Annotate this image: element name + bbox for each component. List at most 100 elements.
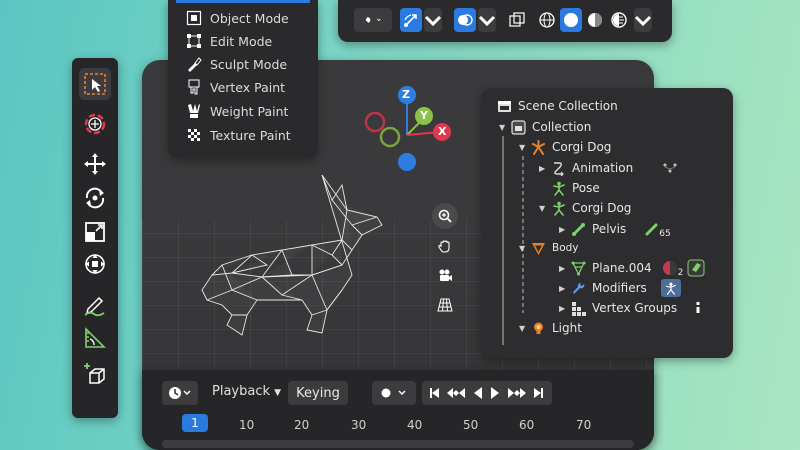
mode-item-vertex-paint[interactable]: Vertex Paint (186, 76, 285, 98)
expand-triangle-icon[interactable]: ▼ (499, 123, 511, 132)
collection-icon (511, 119, 526, 135)
frame-tick: 40 (407, 418, 423, 432)
frame-tick: 50 (463, 418, 479, 432)
playback-menu[interactable]: Playback ▼ (212, 384, 281, 399)
gizmo-toggle-button[interactable] (400, 8, 422, 32)
outliner-row-pose[interactable]: Pose (551, 178, 600, 198)
outliner-label: Animation (572, 161, 634, 175)
outliner-label: Corgi Dog (552, 140, 612, 154)
light-bulb-icon (534, 322, 543, 334)
expand-triangle-icon[interactable]: ▼ (539, 204, 551, 213)
outliner-row-corgi-data[interactable]: ▼ Corgi Dog (539, 198, 631, 218)
shading-rendered-button[interactable] (608, 8, 630, 32)
object-types-icon (365, 17, 381, 23)
mode-label: Texture Paint (210, 127, 291, 143)
outliner-label: Vertex Groups (592, 301, 678, 315)
material-count-badge: 2 (677, 268, 684, 278)
grid-ortho-icon[interactable] (432, 292, 458, 318)
expand-triangle-icon[interactable]: ▶ (559, 225, 571, 234)
outliner-root-row[interactable]: Scene Collection (497, 96, 618, 116)
record-button[interactable] (372, 381, 416, 405)
outliner-row-vertex-groups[interactable]: ▶ Vertex Groups (559, 298, 707, 318)
mesh-data-icon (571, 261, 586, 275)
corgi-wireframe-model[interactable] (192, 165, 392, 340)
frame-tick: 20 (294, 418, 310, 432)
shading-dropdown-button[interactable] (634, 8, 652, 32)
gizmo-y-label: Y (420, 109, 428, 122)
expand-triangle-icon[interactable]: ▶ (559, 284, 571, 293)
transform-icon (85, 254, 105, 274)
bone-children-icon (645, 223, 658, 235)
jump-start-icon (430, 388, 439, 398)
add-cube-tool[interactable] (79, 358, 111, 390)
cursor-tool[interactable] (79, 108, 111, 140)
shading-material-button[interactable] (584, 8, 606, 32)
shading-solid-button[interactable] (560, 8, 582, 32)
outliner-row-pelvis[interactable]: ▶ Pelvis 65 (559, 219, 671, 239)
outliner-panel: Scene Collection ▼ Collection ▼ Corgi Do… (481, 88, 733, 358)
xray-toggle-button[interactable] (506, 8, 528, 32)
outliner-label: Scene Collection (518, 99, 618, 113)
frame-tick: 30 (351, 418, 367, 432)
shading-wireframe-button[interactable] (536, 8, 558, 32)
zoom-icon[interactable] (432, 203, 458, 229)
mode-label: Object Mode (210, 10, 289, 26)
expand-triangle-icon[interactable]: ▶ (559, 264, 571, 273)
chevron-down-icon (478, 15, 496, 27)
outliner-row-animation[interactable]: ▶ Animation (539, 158, 685, 178)
outliner-row-modifiers[interactable]: ▶ Modifiers (559, 278, 681, 298)
mode-item-sculpt[interactable]: Sculpt Mode (186, 53, 287, 75)
outliner-label: Pose (572, 181, 600, 195)
camera-icon[interactable] (432, 262, 458, 288)
outliner-row-corgi-armature[interactable]: ▼ Corgi Dog (519, 137, 611, 157)
view-object-types-button[interactable] (354, 8, 392, 32)
current-frame-indicator[interactable]: 1 (182, 414, 208, 432)
mode-label: Edit Mode (210, 33, 273, 49)
sculpt-mode-icon (188, 57, 202, 72)
mode-item-edit[interactable]: Edit Mode (186, 30, 272, 52)
select-box-icon (84, 73, 106, 95)
playback-controls[interactable] (422, 381, 552, 405)
select-box-tool[interactable] (79, 68, 111, 100)
outliner-label: Modifiers (592, 281, 647, 295)
mode-label: Vertex Paint (210, 79, 286, 95)
expand-triangle-icon[interactable]: ▶ (539, 164, 551, 173)
record-dot-icon (381, 388, 406, 398)
mode-item-object[interactable]: Object Mode (186, 7, 289, 29)
outliner-label: Pelvis (592, 222, 627, 236)
outliner-row-light[interactable]: ▼ Light (519, 318, 582, 338)
gizmo-dropdown-button[interactable] (424, 8, 442, 32)
wrench-icon (573, 282, 585, 294)
outliner-label: Collection (532, 120, 592, 134)
vertex-paint-icon (188, 79, 200, 95)
annotate-tool[interactable] (79, 288, 111, 320)
expand-triangle-icon[interactable]: ▼ (519, 324, 531, 333)
prev-keyframe-icon (447, 388, 465, 398)
outliner-row-collection[interactable]: ▼ Collection (499, 117, 591, 137)
mode-item-texture-paint[interactable]: Texture Paint (186, 124, 291, 146)
clock-icon (169, 387, 191, 399)
keying-menu[interactable]: Keying (288, 381, 348, 405)
scrubber-track[interactable] (162, 440, 634, 448)
expand-triangle-icon[interactable]: ▶ (559, 304, 571, 313)
outliner-label: Body (552, 242, 579, 254)
outliner-row-plane004[interactable]: ▶ Plane.004 2 (559, 258, 711, 278)
move-tool[interactable] (79, 148, 111, 180)
overlays-dropdown-button[interactable] (478, 8, 496, 32)
mode-item-weight-paint[interactable]: Weight Paint (186, 100, 288, 122)
material-icon (662, 261, 677, 275)
hand-pan-icon[interactable] (432, 233, 458, 259)
scale-tool[interactable] (79, 216, 111, 248)
mode-label: Weight Paint (210, 103, 289, 119)
more-options-icon[interactable] (695, 301, 701, 315)
move-arrows-icon (84, 153, 106, 175)
outliner-row-body[interactable]: ▼ Body (519, 238, 579, 258)
armature-modifier-chip[interactable] (660, 279, 681, 297)
timeline-editor-type-button[interactable] (162, 381, 198, 405)
overlays-toggle-button[interactable] (454, 8, 476, 32)
transform-tool[interactable] (79, 248, 111, 280)
measure-tool[interactable] (79, 322, 111, 354)
expand-triangle-icon[interactable]: ▼ (519, 143, 531, 152)
rotate-tool[interactable] (79, 182, 111, 214)
expand-triangle-icon[interactable]: ▼ (519, 244, 531, 253)
